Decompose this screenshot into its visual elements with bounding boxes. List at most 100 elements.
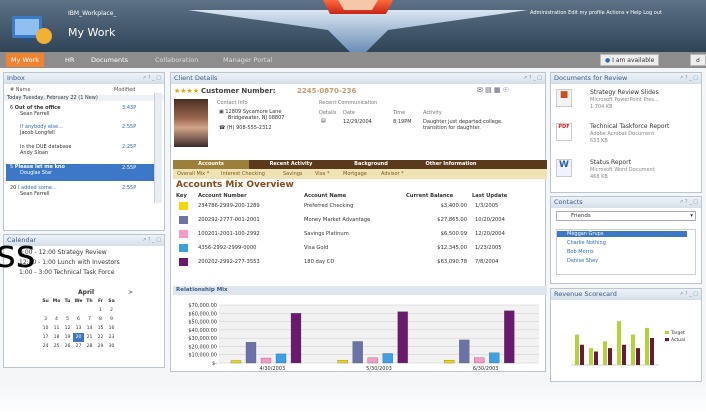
calendar-day[interactable]: 7 — [84, 315, 95, 324]
today-group[interactable]: Today Tuesday, February 22 (1 New) — [4, 95, 164, 101]
calendar-day[interactable]: 12 — [62, 324, 73, 333]
next-month-icon[interactable]: > — [128, 289, 133, 296]
portlet-controls[interactable]: ↗ ? _ □ — [679, 289, 698, 300]
inbox-time: 2:25P — [122, 144, 137, 150]
portlet-controls[interactable]: ↗ ? _ □ — [523, 73, 542, 84]
comm-activity[interactable]: Daughter just departed college. transitio… — [423, 119, 503, 131]
inbox-item[interactable]: In the DUE database Andy Sloan — [20, 144, 71, 156]
calendar-day[interactable]: 27 — [73, 342, 84, 351]
portlet-controls[interactable]: ↗ ? _ □ — [679, 73, 698, 84]
documents-title: Documents for Review — [554, 74, 628, 82]
calendar-day[interactable]: 25 — [51, 342, 62, 351]
search-button[interactable]: ☌ — [690, 54, 706, 66]
account-color-key — [179, 244, 188, 252]
inbox-item[interactable]: 20 I added some... Sean Ferrell — [10, 185, 57, 197]
weekday-label: Mo — [52, 299, 61, 304]
calendar-day[interactable]: 19 — [62, 333, 73, 342]
calendar-day[interactable]: 6 — [73, 315, 84, 324]
comm-header: Date — [343, 110, 355, 116]
portlet-controls[interactable]: ↗ ? _ □ — [142, 235, 161, 246]
portlet-controls[interactable]: ↗ ? _ □ — [142, 73, 161, 84]
calendar-day[interactable]: 4 — [51, 315, 62, 324]
calendar-day[interactable]: 11 — [51, 324, 62, 333]
calendar-day[interactable]: 3 — [40, 315, 51, 324]
subtab-visa[interactable]: Visa * — [315, 169, 329, 179]
calendar-day[interactable]: 29 — [95, 342, 106, 351]
contacts-filter-value: Friends — [571, 213, 591, 219]
weekday-label: We — [74, 299, 83, 304]
client-toolbar-icons[interactable]: ✉ ▤ ▦ ☉ — [477, 86, 509, 94]
subtab-savings[interactable]: Savings — [283, 169, 303, 179]
portlet-controls[interactable]: ↗ ? _ □ — [679, 197, 698, 208]
tab-manager-portal[interactable]: Manager Portal — [218, 53, 277, 67]
account-balance: $63,090.78 — [437, 259, 467, 265]
account-balance: $3,400.00 — [440, 203, 467, 209]
tab-documents[interactable]: Documents — [86, 53, 133, 67]
person-icon: ● — [605, 57, 611, 64]
contact-item[interactable]: Meggan Grups — [557, 231, 687, 237]
account-number: 200202-2992-277-3553 — [198, 259, 260, 265]
calendar-day[interactable]: 15 — [95, 324, 106, 333]
calendar-day[interactable]: 28 — [84, 342, 95, 351]
customer-label: Customer Number: — [201, 87, 276, 95]
comm-header: Time — [393, 110, 406, 116]
inbox-time: 2:55P — [122, 165, 137, 171]
account-color-key — [179, 202, 188, 210]
calendar-day[interactable]: 22 — [95, 333, 106, 342]
subtab-mortgage[interactable]: Mortgage — [343, 169, 367, 179]
calendar-day[interactable]: 18 — [51, 333, 62, 342]
calendar-day[interactable]: 30 — [106, 342, 117, 351]
subtab-interest-checking[interactable]: Interest Checking — [221, 169, 265, 179]
subtab-overall-mix[interactable]: Overall Mix * — [177, 169, 209, 179]
calendar-day[interactable]: 24 — [40, 342, 51, 351]
contacts-filter-select[interactable]: Friends ▾ — [556, 211, 696, 221]
workspace: Inbox ↗ ? _ □ # Name Modified Today Tuesd… — [0, 68, 706, 416]
tab-accounts[interactable]: Accounts — [173, 160, 249, 169]
inbox-item[interactable]: If anybody else... Jacob Longfell — [20, 124, 63, 136]
contact-item[interactable]: Charlie Nothing — [567, 240, 606, 246]
calendar-day[interactable]: 17 — [40, 333, 51, 342]
calendar-day[interactable]: 21 — [84, 333, 95, 342]
chart-bar — [459, 339, 470, 364]
calendar-day[interactable]: 10 — [40, 324, 51, 333]
tab-other-information[interactable]: Other Information — [413, 160, 489, 169]
x-tick-label: 5/30/2003 — [366, 366, 392, 371]
calendar-day[interactable]: 8 — [95, 315, 106, 324]
tab-recent-activity[interactable]: Recent Activity — [253, 160, 329, 169]
account-name: Visa Gold — [304, 245, 329, 251]
calendar-day[interactable]: 2 — [106, 306, 117, 315]
availability-status[interactable]: ● I am available — [600, 54, 660, 66]
tab-collaboration[interactable]: Collaboration — [150, 53, 203, 67]
tab-hr[interactable]: HR — [60, 53, 79, 67]
inbox-item[interactable]: 6 Out of the office Sean Ferrell — [10, 105, 61, 117]
calendar-day[interactable]: 26 — [62, 342, 73, 351]
col-name[interactable]: # Name — [10, 87, 31, 93]
accounts-mix-title: Accounts Mix Overview — [176, 180, 294, 190]
calendar-day[interactable]: 14 — [84, 324, 95, 333]
revenue-title: Revenue Scorecard — [554, 290, 617, 298]
calendar-day[interactable]: 16 — [106, 324, 117, 333]
contact-item[interactable]: Bob Morris — [567, 249, 594, 255]
subtab-advisor[interactable]: Advisor * — [381, 169, 404, 179]
y-tick-label: $70,000.00 — [188, 303, 217, 309]
chart-bar — [382, 353, 393, 364]
calendar-day[interactable]: 23 — [106, 333, 117, 342]
details-icon[interactable]: ▤ — [321, 118, 326, 124]
calendar-day[interactable]: 20 — [73, 333, 84, 342]
tab-background[interactable]: Background — [333, 160, 409, 169]
tab-my-work[interactable]: My Work — [6, 53, 44, 67]
powerpoint-icon: ■ — [556, 89, 572, 107]
contact-item[interactable]: Denise Shey — [567, 258, 598, 264]
calendar-day[interactable]: 5 — [62, 315, 73, 324]
calendar-day[interactable]: 13 — [73, 324, 84, 333]
org-name: IBM_Workplace_ — [68, 10, 117, 17]
account-number: 234786-2999-200-1289 — [198, 203, 260, 209]
target-bar — [603, 341, 607, 365]
calendar-day[interactable]: 9 — [106, 315, 117, 324]
top-links[interactable]: Administration Edit my profile Actions ▾… — [530, 10, 662, 16]
calendar-day[interactable]: 1 — [95, 306, 106, 315]
word-icon: W — [556, 159, 572, 177]
col-modified[interactable]: Modified — [114, 87, 135, 93]
comm-header: Activity — [423, 110, 442, 116]
inbox-scrollbar[interactable] — [154, 93, 162, 203]
